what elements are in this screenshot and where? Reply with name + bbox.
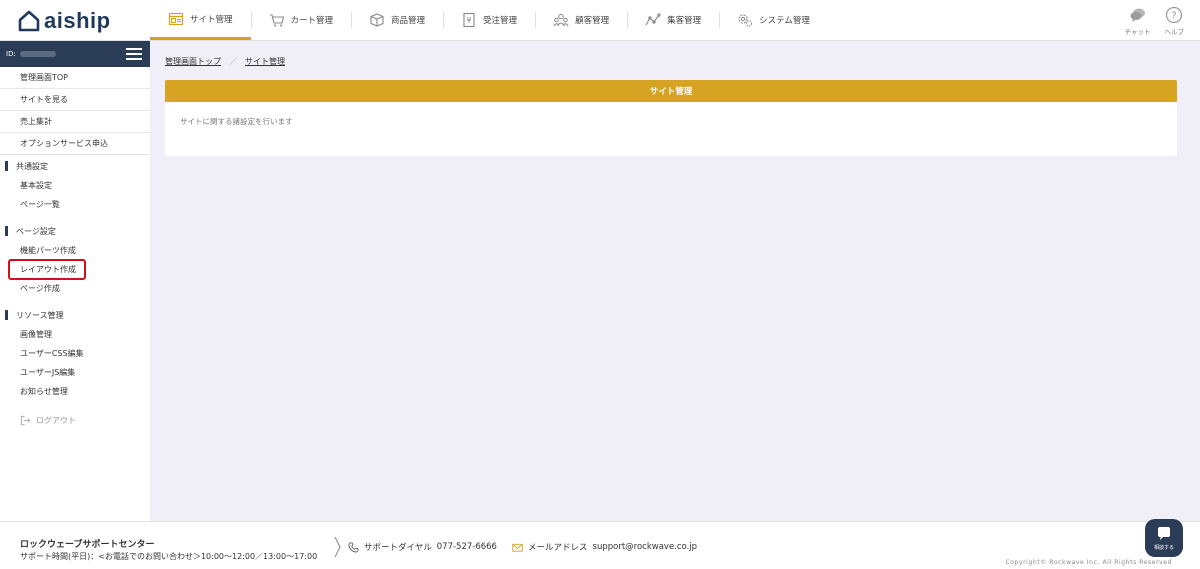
- support-mail: メールアドレス support@rockwave.co.jp: [512, 541, 697, 553]
- sidebar-item-page-list[interactable]: ページ一覧: [0, 195, 150, 214]
- sidebar-item-page-create[interactable]: ページ作成: [0, 279, 150, 298]
- main-nav: サイト管理 カート管理 商品管理 ¥ 受注管理 顧客管理 集客管理 システム管理: [150, 0, 828, 40]
- gear-icon: [738, 14, 753, 27]
- nav-marketing-management[interactable]: 集客管理: [627, 0, 719, 40]
- sidebar-item-admin-top[interactable]: 管理画面TOP: [0, 67, 150, 89]
- cart-icon: [269, 14, 284, 27]
- nav-product-management[interactable]: 商品管理: [351, 0, 443, 40]
- sidebar-item-view-site[interactable]: サイトを見る: [0, 89, 150, 111]
- sidebar-item-user-js[interactable]: ユーザーJS編集: [0, 363, 150, 382]
- nav-label: 受注管理: [483, 16, 518, 26]
- chat-label: チャット: [1124, 28, 1151, 36]
- phone-number: 077-527-6666: [436, 542, 497, 552]
- breadcrumb-separator: ／: [229, 57, 237, 66]
- nav-customer-management[interactable]: 顧客管理: [535, 0, 627, 40]
- sidebar-item-function-parts[interactable]: 機能パーツ作成: [0, 241, 150, 260]
- nav-label: カート管理: [290, 16, 334, 26]
- id-value-redacted: [19, 51, 56, 57]
- sidebar-item-basic-settings[interactable]: 基本設定: [0, 176, 150, 195]
- sidebar-section-page-settings: ページ設定: [0, 221, 150, 241]
- footer-divider-chevron: [334, 537, 341, 557]
- support-center-info: ロックウェーブサポートセンター サポート時間(平日)：<お電話でのお問い合わせ＞…: [20, 537, 317, 562]
- nav-label: 商品管理: [391, 16, 426, 26]
- svg-text:¥: ¥: [467, 16, 472, 25]
- nav-label: サイト管理: [190, 14, 233, 25]
- order-icon: ¥: [463, 12, 475, 28]
- customers-icon: [553, 13, 569, 27]
- breadcrumb-site-management[interactable]: サイト管理: [245, 56, 285, 67]
- svg-text:?: ?: [1172, 11, 1177, 22]
- phone-label: サポートダイヤル: [364, 543, 432, 553]
- card-title: サイト管理: [165, 80, 1177, 102]
- support-center-name: ロックウェーブサポートセンター: [20, 540, 155, 550]
- logout-label: ログアウト: [36, 415, 76, 425]
- site-management-card: サイト管理 サイトに関する諸設定を行います: [165, 80, 1177, 156]
- mail-icon: [512, 543, 523, 552]
- chat-bubble-icon: [1130, 8, 1145, 22]
- sidebar-item-notice-management[interactable]: お知らせ管理: [0, 382, 150, 401]
- logout-link[interactable]: ログアウト: [0, 409, 150, 431]
- breadcrumb-admin-top[interactable]: 管理画面トップ: [165, 56, 221, 67]
- support-footer: ロックウェーブサポートセンター サポート時間(平日)：<お電話でのお問い合わせ＞…: [0, 521, 1200, 569]
- sidebar-item-user-css[interactable]: ユーザーCSS編集: [0, 344, 150, 363]
- help-label: ヘルプ: [1164, 28, 1185, 36]
- copyright: Copyright© Rockwave Inc. All Rights Rese…: [1005, 559, 1172, 566]
- sidebar: ID: 管理画面TOP サイトを見る 売上集計 オプションサービス申込 共通設定…: [0, 41, 150, 521]
- account-bar: ID:: [0, 41, 150, 67]
- house-logo-icon: [18, 10, 40, 32]
- aiship-logo[interactable]: aiship: [18, 8, 111, 34]
- logo-text: aiship: [44, 8, 111, 33]
- id-label: ID:: [6, 50, 16, 58]
- mail-label: メールアドレス: [528, 543, 588, 553]
- sidebar-section-common: 共通設定: [0, 156, 150, 176]
- top-header: aiship サイト管理 カート管理 商品管理 ¥ 受注管理 顧客管理 集客管理: [0, 0, 1200, 41]
- support-phone: サポートダイヤル 077-527-6666: [348, 541, 497, 553]
- box-icon: [370, 13, 384, 27]
- header-utilities: チャット ? ヘルプ: [1125, 6, 1184, 36]
- phone-icon: [348, 542, 359, 552]
- speech-bubble-icon: [1158, 526, 1170, 540]
- nav-label: システム管理: [759, 16, 810, 26]
- sidebar-item-option-services[interactable]: オプションサービス申込: [0, 133, 150, 155]
- sidebar-item-layout-create[interactable]: レイアウト作成: [0, 259, 150, 280]
- sidebar-item-sales-summary[interactable]: 売上集計: [0, 111, 150, 133]
- sidebar-section-resources: リソース管理: [0, 305, 150, 325]
- help-icon: ?: [1166, 6, 1183, 24]
- logout-icon: [20, 415, 31, 425]
- consult-label: 相談する: [1153, 544, 1174, 551]
- card-description: サイトに関する諸設定を行います: [180, 117, 293, 126]
- nav-label: 顧客管理: [575, 16, 610, 26]
- nav-site-management[interactable]: サイト管理: [150, 0, 251, 40]
- chart-icon: [645, 13, 661, 26]
- help-button[interactable]: ? ヘルプ: [1164, 6, 1185, 36]
- nav-order-management[interactable]: ¥ 受注管理: [443, 0, 535, 40]
- support-hours: サポート時間(平日)：<お電話でのお問い合わせ＞10:00〜12:00／13:0…: [20, 552, 318, 561]
- chat-button[interactable]: チャット: [1125, 6, 1151, 36]
- nav-label: 集客管理: [667, 16, 702, 26]
- highlight-box: レイアウト作成: [8, 259, 86, 280]
- nav-cart-management[interactable]: カート管理: [250, 0, 352, 40]
- account-id: ID:: [6, 50, 56, 58]
- hamburger-menu-icon[interactable]: [126, 48, 142, 60]
- consult-chat-button[interactable]: 相談する: [1145, 519, 1183, 557]
- breadcrumb: 管理画面トップ ／ サイト管理: [165, 56, 285, 67]
- nav-system-management[interactable]: システム管理: [719, 0, 828, 40]
- mail-address[interactable]: support@rockwave.co.jp: [593, 542, 698, 552]
- site-icon: [168, 12, 184, 25]
- sidebar-item-image-management[interactable]: 画像管理: [0, 325, 150, 344]
